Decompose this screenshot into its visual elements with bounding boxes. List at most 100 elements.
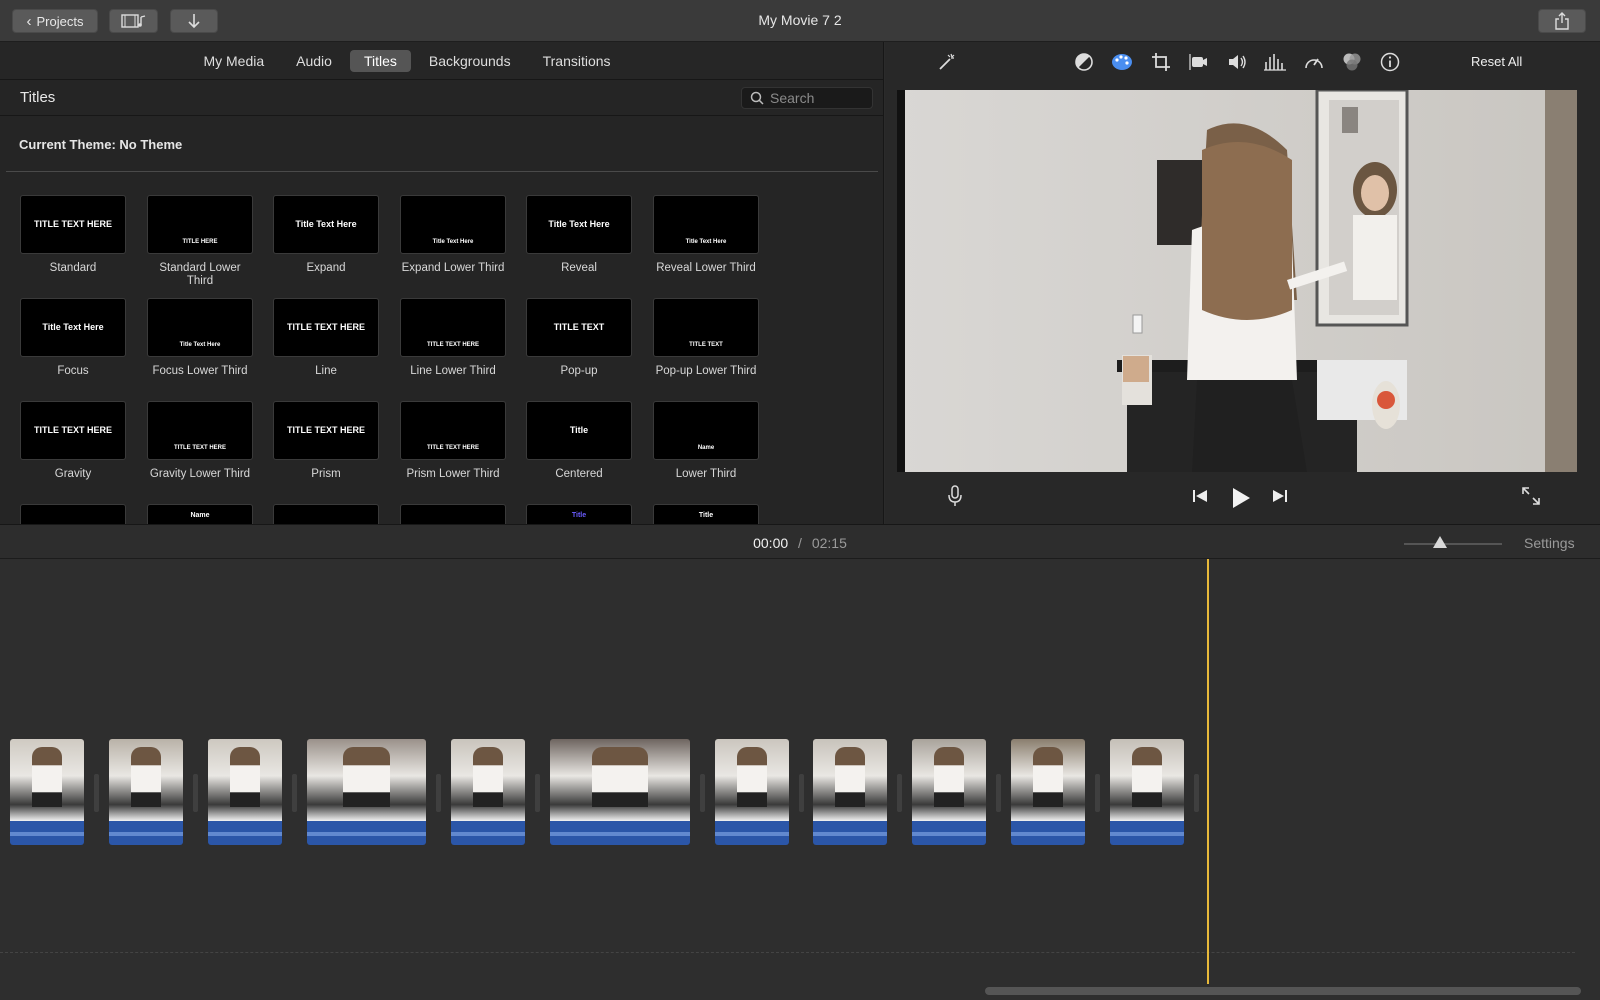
timeline-clip[interactable]	[550, 739, 690, 845]
title-thumbnail: TITLE HERE	[147, 195, 253, 254]
transition-gap[interactable]	[700, 774, 705, 812]
transition-gap[interactable]	[897, 774, 902, 812]
search-input[interactable]: Search	[741, 87, 873, 109]
title-tile[interactable]: TITLE TEXT HERE Gravity Lower Third	[147, 401, 253, 481]
timeline-clip[interactable]	[715, 739, 789, 845]
zoom-slider-knob[interactable]	[1433, 536, 1447, 548]
media-browser-toggle-button[interactable]	[109, 9, 158, 33]
transition-gap[interactable]	[94, 774, 99, 812]
title-tile[interactable]: Title	[526, 504, 632, 524]
title-tile[interactable]: Title Text Here Reveal	[526, 195, 632, 275]
clip-video-thumbnail	[912, 739, 986, 821]
tab-my-media[interactable]: My Media	[189, 50, 278, 72]
color-balance-icon[interactable]	[1072, 50, 1096, 74]
info-icon[interactable]	[1378, 50, 1402, 74]
tab-transitions[interactable]: Transitions	[529, 50, 625, 72]
transition-gap[interactable]	[996, 774, 1001, 812]
timeline-clip[interactable]	[109, 739, 183, 845]
title-tile[interactable]: Title	[653, 504, 759, 524]
clip-audio-waveform	[912, 821, 986, 845]
title-tile[interactable]: TITLE TEXT HERE Standard	[20, 195, 126, 275]
clip-filter-icon[interactable]	[1340, 50, 1364, 74]
timeline-clip[interactable]	[451, 739, 525, 845]
waveform	[208, 832, 282, 836]
panel-header: Titles Search	[0, 80, 883, 116]
zoom-slider-track[interactable]	[1404, 543, 1502, 545]
title-tile[interactable]: TITLE TEXT HERE Line	[273, 298, 379, 378]
timeline-clip[interactable]	[307, 739, 426, 845]
title-tile[interactable]	[400, 504, 506, 524]
voiceover-microphone-icon[interactable]	[943, 484, 967, 508]
waveform	[1011, 832, 1085, 836]
title-tile[interactable]: Title Text Here Reveal Lower Third	[653, 195, 759, 275]
projects-button[interactable]: ‹ Projects	[12, 9, 98, 33]
settings-button[interactable]: Settings	[1524, 535, 1575, 551]
title-label: Standard Lower Third	[159, 262, 241, 287]
timeline-scrollbar[interactable]	[985, 987, 1581, 995]
crop-icon[interactable]	[1149, 50, 1173, 74]
title-tile[interactable]: TITLE HERE Standard Lower Third	[147, 195, 253, 288]
timeline-clip[interactable]	[208, 739, 282, 845]
title-tile[interactable]: Title Centered	[526, 401, 632, 481]
reset-all-button[interactable]: Reset All	[1471, 54, 1522, 69]
tab-backgrounds[interactable]: Backgrounds	[415, 50, 525, 72]
fullscreen-icon[interactable]	[1519, 484, 1543, 508]
title-tile[interactable]	[20, 504, 126, 524]
title-thumbnail: Title Text Here	[526, 195, 632, 254]
title-tile[interactable]: TITLE TEXT HERE Gravity	[20, 401, 126, 481]
skip-back-icon[interactable]	[1188, 484, 1212, 508]
share-button[interactable]	[1538, 9, 1586, 33]
timeline-clip[interactable]	[1110, 739, 1184, 845]
time-separator: /	[798, 535, 802, 551]
timeline-clip[interactable]	[912, 739, 986, 845]
speed-icon[interactable]	[1302, 50, 1326, 74]
title-thumbnail: Title Text Here	[147, 298, 253, 357]
transition-gap[interactable]	[1095, 774, 1100, 812]
clip-video-thumbnail	[451, 739, 525, 821]
title-tile[interactable]: Name	[147, 504, 253, 524]
title-tile[interactable]: Title Text Here Focus Lower Third	[147, 298, 253, 378]
playhead[interactable]	[1207, 559, 1209, 984]
timeline-clip[interactable]	[10, 739, 84, 845]
search-icon	[750, 91, 764, 105]
waveform	[109, 832, 183, 836]
title-tile[interactable]: TITLE TEXT HERE Line Lower Third	[400, 298, 506, 378]
title-tile[interactable]: TITLE TEXT HERE Prism Lower Third	[400, 401, 506, 481]
title-tile[interactable]: TITLE TEXT HERE Prism	[273, 401, 379, 481]
title-thumbnail: Name	[147, 504, 253, 524]
title-tile[interactable]: Title Text Here Focus	[20, 298, 126, 378]
timeline-clip[interactable]	[1011, 739, 1085, 845]
tab-audio[interactable]: Audio	[282, 50, 346, 72]
magic-wand-icon[interactable]	[935, 50, 959, 74]
transition-gap[interactable]	[1194, 774, 1199, 812]
title-tile[interactable]: TITLE TEXT Pop-up Lower Third	[653, 298, 759, 378]
transition-gap[interactable]	[436, 774, 441, 812]
video-preview	[897, 90, 1577, 472]
title-tile[interactable]: Title Text Here Expand Lower Third	[400, 195, 506, 275]
title-tile[interactable]: Name Lower Third	[653, 401, 759, 481]
title-tile[interactable]: Title Text Here Expand	[273, 195, 379, 275]
title-tile[interactable]: TITLE TEXT Pop-up	[526, 298, 632, 378]
play-icon[interactable]	[1227, 484, 1255, 512]
transition-gap[interactable]	[292, 774, 297, 812]
clip-video-thumbnail	[1011, 739, 1085, 821]
skip-forward-icon[interactable]	[1268, 484, 1292, 508]
equalizer-icon[interactable]	[1263, 50, 1287, 74]
import-button[interactable]	[170, 9, 218, 33]
timecode: 00:00 / 02:15	[0, 535, 1600, 551]
timeline-clip[interactable]	[813, 739, 887, 845]
clip-subject	[230, 747, 260, 807]
title-label: Lower Third	[675, 468, 737, 480]
title-thumbnail	[273, 504, 379, 524]
title-tile[interactable]	[273, 504, 379, 524]
video-frame-image	[897, 90, 1577, 472]
tab-titles[interactable]: Titles	[349, 49, 411, 72]
color-correction-icon[interactable]	[1110, 50, 1134, 74]
stabilization-icon[interactable]	[1187, 50, 1211, 74]
transition-gap[interactable]	[799, 774, 804, 812]
transition-gap[interactable]	[193, 774, 198, 812]
volume-icon[interactable]	[1225, 50, 1249, 74]
clip-audio-waveform	[1110, 821, 1184, 845]
transition-gap[interactable]	[535, 774, 540, 812]
waveform	[307, 832, 426, 836]
